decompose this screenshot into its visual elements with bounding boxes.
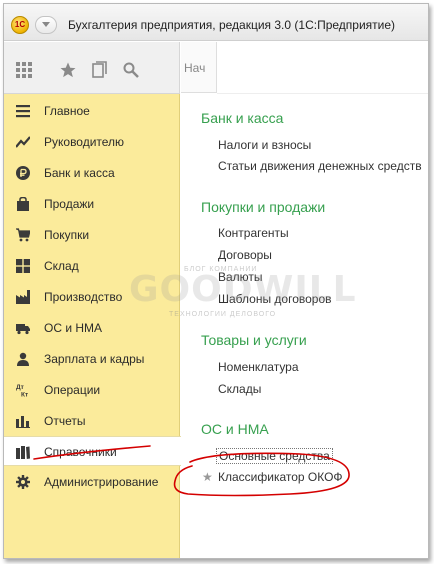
command-link-focused[interactable]: Основные средства <box>216 448 333 464</box>
command-link[interactable]: Классификатор ОКОФ <box>218 470 343 484</box>
sidebar-item-bank[interactable]: Банк и касса <box>4 158 180 188</box>
svg-text:Дт: Дт <box>16 384 24 391</box>
tab-start-page-label: Нач <box>184 61 206 75</box>
command-link[interactable]: Номенклатура <box>218 360 299 374</box>
tab-start-page[interactable]: Нач <box>181 42 217 93</box>
shopping-bag-icon <box>17 197 29 211</box>
sidebar-item-references[interactable]: Справочники <box>4 436 181 466</box>
ruble-coin-icon <box>16 166 30 180</box>
gear-icon <box>16 475 30 489</box>
sidebar-item-administration[interactable]: Администрирование <box>4 467 180 497</box>
sidebar-item-label: Производство <box>44 290 123 304</box>
section-title: ОС и НМА <box>201 421 269 437</box>
sidebar-item-label: Операции <box>44 383 101 397</box>
star-icon[interactable] <box>58 60 78 80</box>
sidebar-item-label: Отчеты <box>44 414 86 428</box>
command-link[interactable]: Валюты <box>218 270 263 284</box>
truck-icon <box>16 324 30 335</box>
sidebar-item-label: ОС и НМА <box>44 321 103 335</box>
window-title: Бухгалтерия предприятия, редакция 3.0 (1… <box>68 18 396 32</box>
app-logo-icon[interactable]: 1С <box>11 16 29 34</box>
sidebar-item-manager[interactable]: Руководителю <box>4 127 180 157</box>
sidebar-item-label: Покупки <box>44 228 90 242</box>
apps-grid-icon[interactable] <box>14 60 34 80</box>
command-link[interactable]: Налоги и взносы <box>218 138 311 152</box>
sidebar-item-label: Зарплата и кадры <box>44 352 145 366</box>
sidebar-item-fixed-assets[interactable]: ОС и НМА <box>4 313 180 343</box>
sidebar-item-label: Склад <box>44 259 79 273</box>
sidebar-item-label: Главное <box>44 104 90 118</box>
menu-lines-icon <box>16 105 30 118</box>
shopping-cart-icon <box>16 228 30 242</box>
app-window: 1С Бухгалтерия предприятия, редакция 3.0… <box>3 3 429 559</box>
trend-line-icon <box>16 136 30 148</box>
person-icon <box>17 352 29 366</box>
sidebar-item-label: Справочники <box>44 445 117 459</box>
sidebar-item-warehouse[interactable]: Склад <box>4 251 180 281</box>
sidebar-item-sales[interactable]: Продажи <box>4 189 180 219</box>
favorite-star-icon[interactable]: ★ <box>202 470 213 484</box>
command-link[interactable]: Статьи движения денежных средств <box>218 159 422 173</box>
main-menu-dropdown[interactable] <box>35 16 57 34</box>
toolbar-empty-area <box>217 42 428 94</box>
bar-chart-icon <box>16 416 30 428</box>
sidebar-item-operations[interactable]: Дт Кт Операции <box>4 375 180 405</box>
sidebar-item-label: Руководителю <box>44 135 125 149</box>
dt-kt-icon: ДтКт <box>16 384 28 398</box>
factory-icon <box>16 290 30 304</box>
history-icon[interactable] <box>90 60 110 80</box>
sections-sidebar: Главное Руководителю Банк и касса Продаж… <box>4 94 181 558</box>
warehouse-grid-icon <box>16 259 30 273</box>
title-bar: 1С Бухгалтерия предприятия, редакция 3.0… <box>4 4 428 41</box>
section-title: Банк и касса <box>201 110 284 126</box>
sidebar-item-reports[interactable]: Отчеты <box>4 406 180 436</box>
section-commands-panel: Банк и касса Налоги и взносы Статьи движ… <box>181 94 428 558</box>
books-icon <box>16 446 30 459</box>
toolbar <box>4 42 180 94</box>
command-link[interactable]: Контрагенты <box>218 226 289 240</box>
sidebar-item-purchases[interactable]: Покупки <box>4 220 180 250</box>
sidebar-item-label: Продажи <box>44 197 95 211</box>
svg-text:Кт: Кт <box>21 392 28 398</box>
section-title: Покупки и продажи <box>201 199 326 215</box>
command-link[interactable]: Шаблоны договоров <box>218 292 332 306</box>
sidebar-item-salary[interactable]: Зарплата и кадры <box>4 344 180 374</box>
sidebar-item-label: Администрирование <box>44 475 159 489</box>
sidebar-item-main[interactable]: Главное <box>4 96 180 126</box>
command-link[interactable]: Договоры <box>218 248 272 262</box>
search-icon[interactable] <box>121 60 141 80</box>
sidebar-item-label: Банк и касса <box>44 166 115 180</box>
section-title: Товары и услуги <box>201 332 307 348</box>
chevron-down-icon <box>42 22 50 27</box>
command-link[interactable]: Склады <box>218 382 261 396</box>
sidebar-item-production[interactable]: Производство <box>4 282 180 312</box>
